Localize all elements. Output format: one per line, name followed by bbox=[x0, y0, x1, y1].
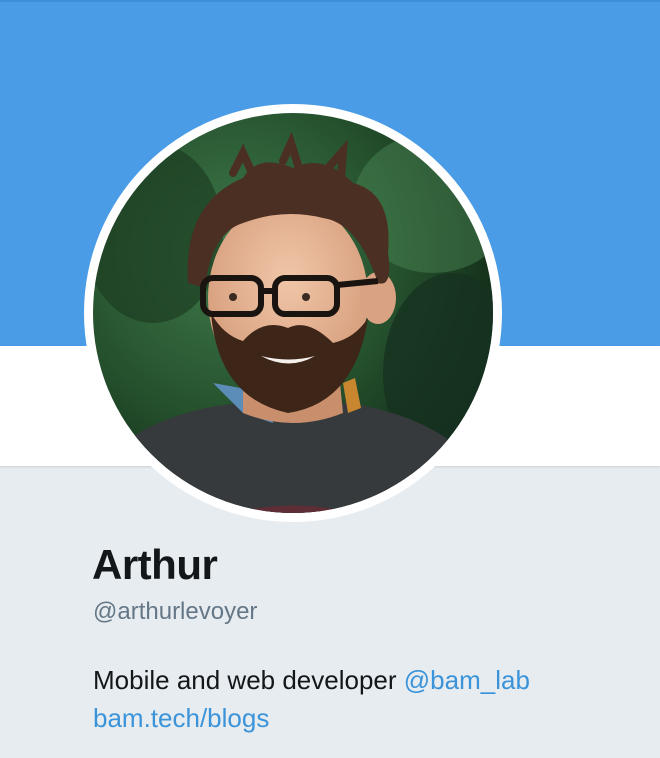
bio-mention-link[interactable]: @bam_lab bbox=[404, 665, 530, 695]
bio-url-link[interactable]: bam.tech/blogs bbox=[93, 703, 269, 733]
profile-handle[interactable]: @arthurlevoyer bbox=[93, 598, 257, 626]
avatar-photo bbox=[93, 113, 493, 513]
profile-bio: Mobile and web developer @bam_lab bam.te… bbox=[93, 661, 633, 737]
profile-name[interactable]: Arthur bbox=[92, 541, 218, 589]
profile-avatar[interactable] bbox=[84, 104, 502, 522]
bio-text: Mobile and web developer bbox=[93, 665, 397, 695]
